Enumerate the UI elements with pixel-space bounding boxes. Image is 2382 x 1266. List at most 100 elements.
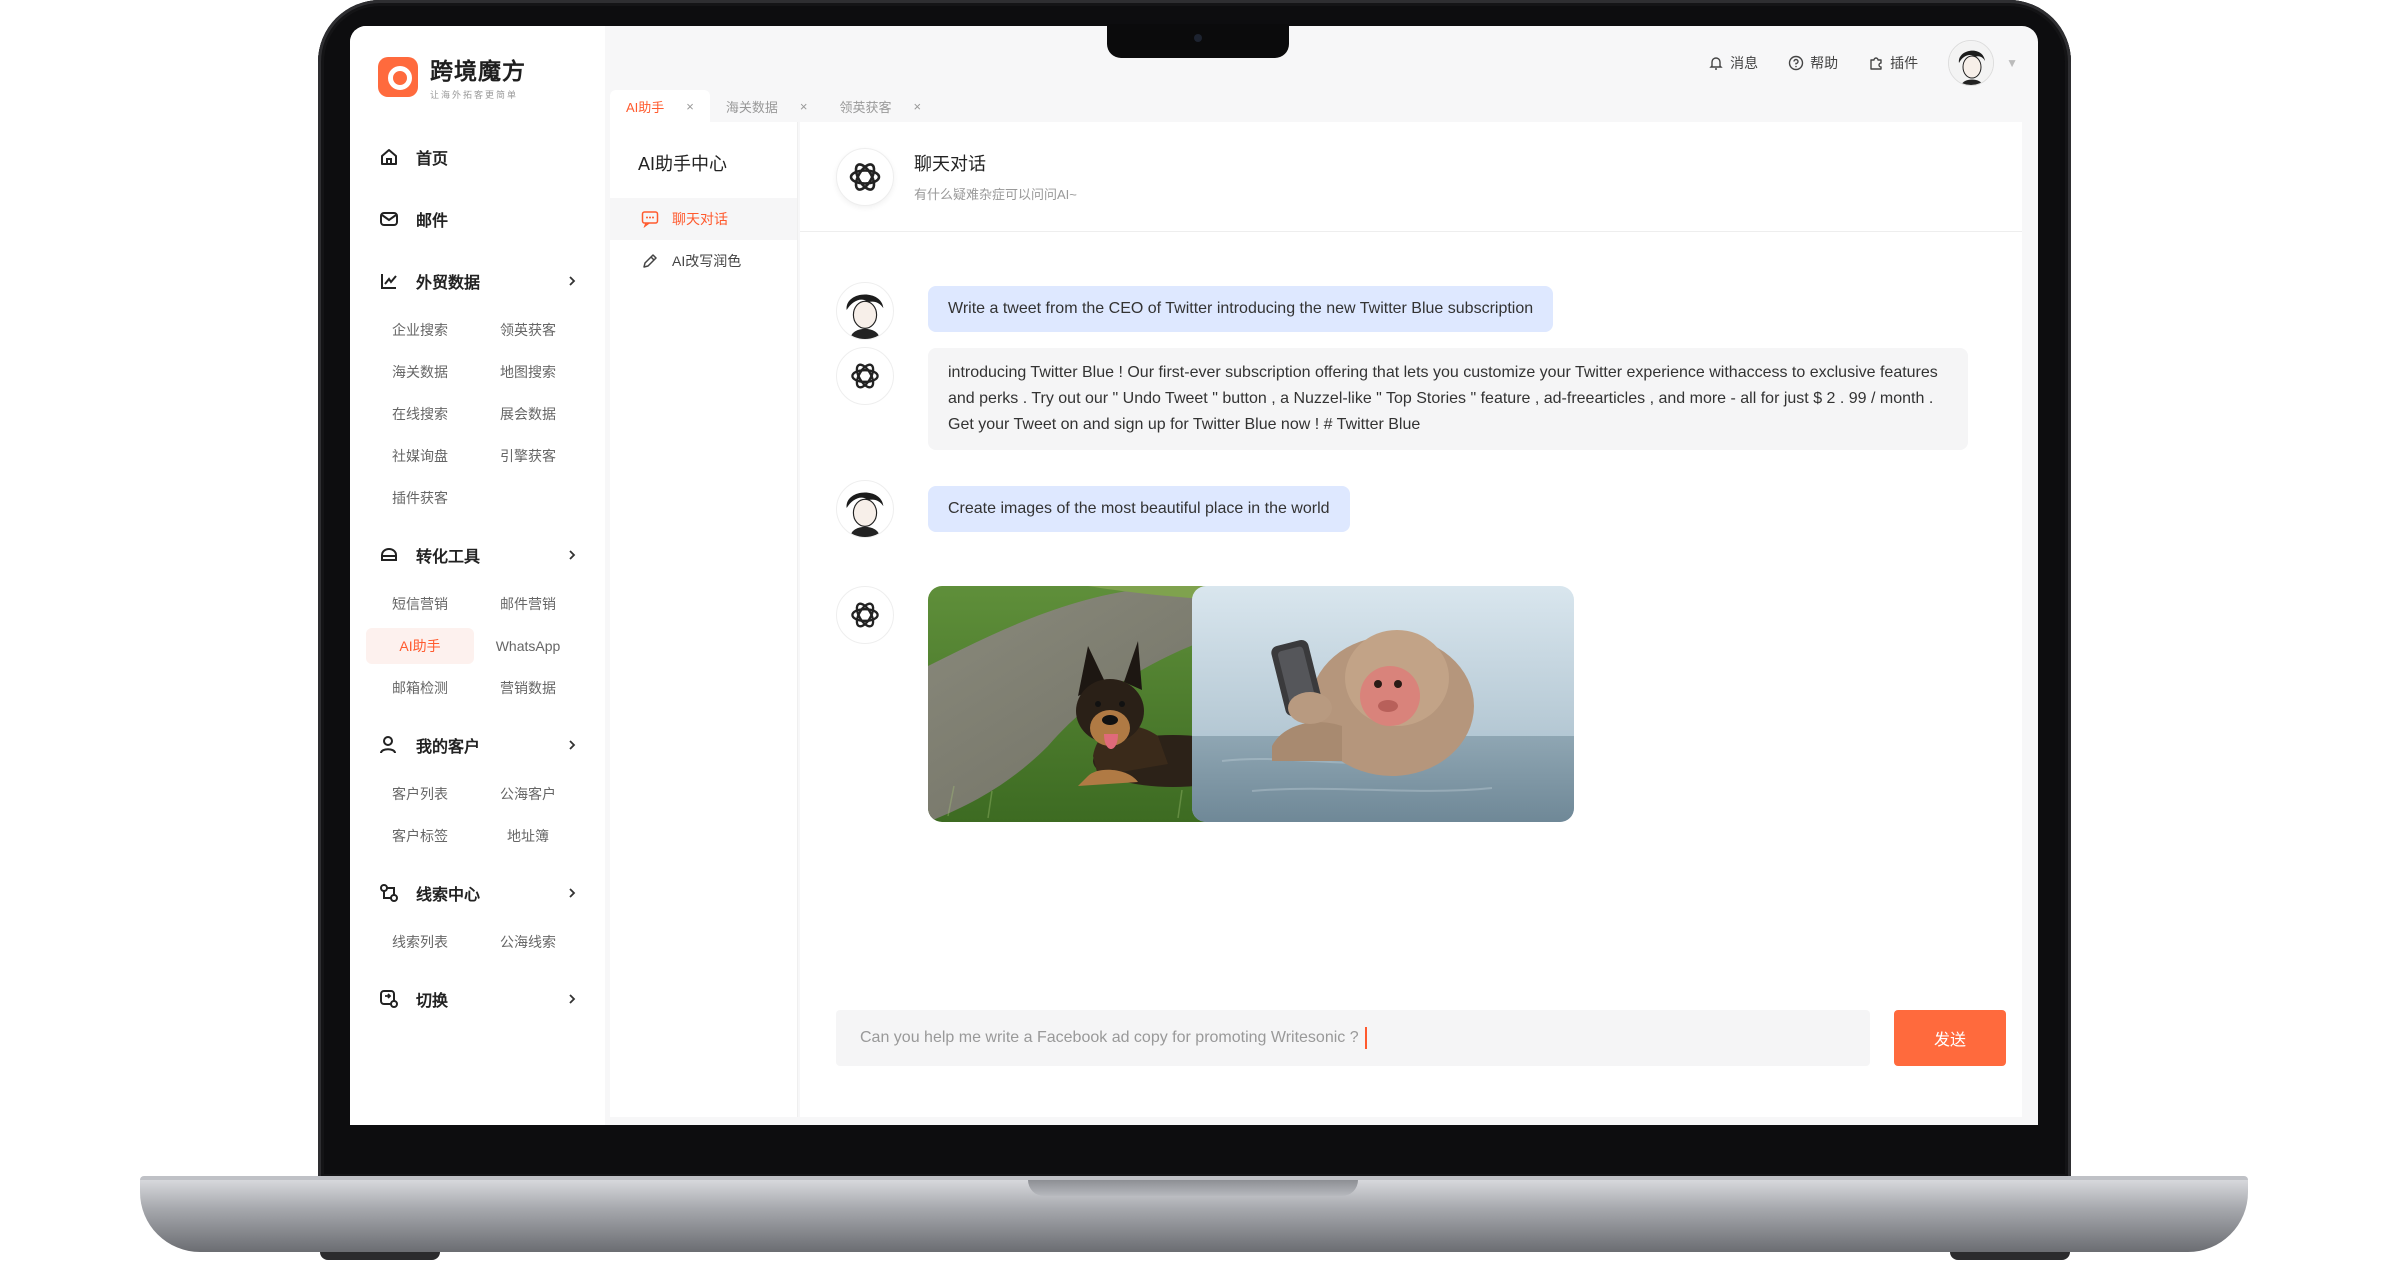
sidebar-item-leads-center[interactable]: 线索中心 [350, 862, 605, 924]
logo-title: 跨境魔方 [430, 58, 526, 84]
assistant-center-panel: AI助手中心 聊天对话 AI改写润色 [610, 122, 798, 1117]
submenu-item[interactable]: 短信营销 [366, 586, 474, 622]
help-label: 帮助 [1810, 55, 1839, 71]
submenu-item[interactable]: 引擎获客 [474, 438, 582, 474]
tab-label: 领英获客 [839, 99, 892, 115]
sidebar: 跨境魔方 让海外拓客更简单 首页 邮件 外贸数据 企业搜索 领英获客 海关数据 … [350, 26, 605, 1125]
openai-logo-icon [836, 347, 894, 405]
mail-icon [378, 208, 400, 230]
sidebar-item-label: 切换 [416, 993, 449, 1010]
sidebar-item-trade-data[interactable]: 外贸数据 [350, 250, 605, 312]
plugins-button[interactable]: 插件 [1868, 53, 1918, 73]
text-cursor [1364, 1027, 1367, 1049]
toolbox-icon [378, 544, 400, 566]
close-icon[interactable]: × [800, 99, 808, 114]
submenu-item[interactable]: 地址簿 [474, 818, 582, 854]
openai-logo-icon [836, 586, 894, 644]
leads-center-submenu: 线索列表 公海线索 [350, 924, 605, 960]
app-logo[interactable]: 跨境魔方 让海外拓客更简单 [378, 52, 526, 101]
user-avatar [836, 282, 894, 340]
sidebar-item-switch[interactable]: 切换 [350, 968, 605, 1030]
panel-item-chat[interactable]: 聊天对话 [610, 198, 797, 240]
submenu-item[interactable]: 邮箱检测 [366, 670, 474, 706]
monkey-with-phone-in-hot-spring-photo[interactable] [1192, 586, 1574, 822]
home-icon [378, 146, 400, 168]
tab-customs-data[interactable]: 海关数据 × [710, 90, 824, 122]
close-icon[interactable]: × [914, 99, 922, 114]
user-message-bubble: Create images of the most beautiful plac… [928, 486, 1350, 532]
chevron-right-icon [563, 272, 581, 290]
submenu-item[interactable]: 公海客户 [474, 776, 582, 812]
sidebar-item-label: 邮件 [416, 213, 449, 230]
laptop-foot-left [320, 1252, 440, 1260]
submenu-item[interactable]: 领英获客 [474, 312, 582, 348]
submenu-item[interactable]: 在线搜索 [366, 396, 474, 432]
puzzle-icon [1870, 57, 1882, 70]
submenu-item[interactable]: 展会数据 [474, 396, 582, 432]
sidebar-menu: 首页 邮件 外贸数据 企业搜索 领英获客 海关数据 地图搜索 在线搜索 展会数据… [350, 126, 605, 1030]
submenu-item[interactable]: 企业搜索 [366, 312, 474, 348]
panel-item-label: 聊天对话 [672, 211, 728, 227]
submenu-item[interactable]: 客户标签 [366, 818, 474, 854]
submenu-item[interactable]: 海关数据 [366, 354, 474, 390]
messages-label: 消息 [1730, 55, 1759, 71]
submenu-item[interactable]: 客户列表 [366, 776, 474, 812]
page-tabs: AI助手 × 海关数据 × 领英获客 × [610, 90, 937, 122]
panel-item-label: AI改写润色 [672, 253, 742, 269]
user-avatar[interactable] [1948, 40, 1995, 86]
submenu-item[interactable]: 地图搜索 [474, 354, 582, 390]
submenu-item[interactable]: 插件获客 [366, 480, 474, 516]
my-customers-submenu: 客户列表 公海客户 客户标签 地址簿 [350, 776, 605, 854]
sidebar-item-home[interactable]: 首页 [350, 126, 605, 188]
sidebar-item-label: 首页 [416, 151, 449, 168]
submenu-item[interactable]: 公海线索 [474, 924, 582, 960]
openai-logo-icon [836, 147, 894, 206]
app-screen: 跨境魔方 让海外拓客更简单 首页 邮件 外贸数据 企业搜索 领英获客 海关数据 … [350, 26, 2038, 1125]
user-message-bubble: Write a tweet from the CEO of Twitter in… [928, 286, 1554, 332]
tab-linkedin-leads[interactable]: 领英获客 × [824, 90, 938, 122]
help-icon [1788, 55, 1804, 71]
submenu-item[interactable]: 线索列表 [366, 924, 474, 960]
conversion-tools-submenu: 短信营销 邮件营销 AI助手 WhatsApp 邮箱检测 营销数据 [350, 586, 605, 706]
tab-label: 海关数据 [725, 99, 778, 115]
submenu-item-ai-assistant[interactable]: AI助手 [366, 628, 474, 664]
sidebar-item-mail[interactable]: 邮件 [350, 188, 605, 250]
line-chart-icon [378, 270, 400, 292]
sidebar-item-label: 转化工具 [416, 549, 481, 566]
sidebar-item-label: 线索中心 [416, 887, 481, 904]
help-button[interactable]: 帮助 [1788, 53, 1838, 73]
trade-data-submenu: 企业搜索 领英获客 海关数据 地图搜索 在线搜索 展会数据 社媒询盘 引擎获客 … [350, 312, 605, 516]
send-button[interactable]: 发送 [1894, 1010, 2006, 1066]
tab-label: AI助手 [626, 99, 665, 115]
tab-ai-assistant[interactable]: AI助手 × [610, 90, 710, 122]
chat-bubble-icon [640, 209, 660, 229]
chat-header: 聊天对话 有什么疑难杂症可以问问AI~ [800, 122, 2022, 232]
chevron-right-icon [563, 884, 581, 902]
logo-icon [378, 56, 418, 97]
user-icon [378, 734, 400, 756]
chevron-right-icon [563, 990, 581, 1008]
sidebar-item-conversion-tools[interactable]: 转化工具 [350, 524, 605, 586]
messages-button[interactable]: 消息 [1708, 53, 1758, 73]
panel-title: AI助手中心 [638, 154, 728, 174]
ai-message-bubble: introducing Twitter Blue ! Our first-eve… [928, 348, 1968, 450]
chat-title: 聊天对话 [914, 154, 986, 174]
camera-notch [1107, 24, 1289, 58]
logo-subtitle: 让海外拓客更简单 [430, 90, 519, 100]
close-icon[interactable]: × [686, 99, 694, 114]
route-icon [378, 882, 400, 904]
laptop-foot-right [1950, 1252, 2070, 1260]
chevron-down-icon[interactable]: ▼ [2006, 56, 2018, 70]
chevron-right-icon [563, 736, 581, 754]
panel-item-rewrite[interactable]: AI改写润色 [610, 240, 797, 282]
submenu-item[interactable]: 邮件营销 [474, 586, 582, 622]
submenu-item[interactable]: 营销数据 [474, 670, 582, 706]
sidebar-item-my-customers[interactable]: 我的客户 [350, 714, 605, 776]
submenu-item[interactable]: WhatsApp [474, 628, 582, 664]
submenu-item[interactable]: 社媒询盘 [366, 438, 474, 474]
switch-icon [378, 988, 400, 1010]
chat-input-value: Can you help me write a Facebook ad copy… [860, 1029, 1359, 1046]
chat-input[interactable]: Can you help me write a Facebook ad copy… [836, 1010, 1870, 1066]
user-avatar [836, 480, 894, 538]
chat-panel: 聊天对话 有什么疑难杂症可以问问AI~ Write a tweet from t… [800, 122, 2022, 1117]
